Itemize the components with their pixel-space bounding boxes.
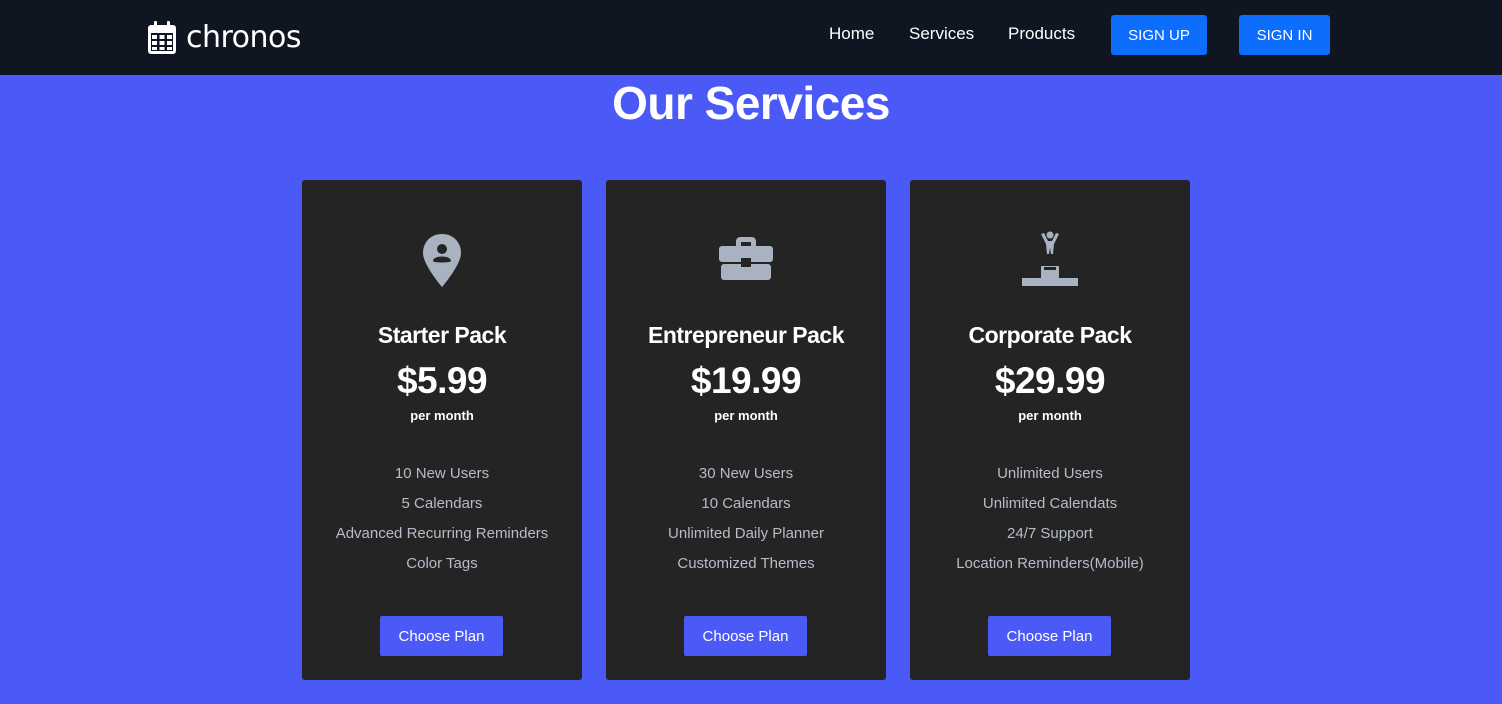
sign-in-button[interactable]: SIGN IN bbox=[1239, 15, 1330, 55]
feature-item: Customized Themes bbox=[677, 555, 815, 572]
choose-plan-button[interactable]: Choose Plan bbox=[380, 616, 503, 656]
feature-item: 30 New Users bbox=[698, 465, 794, 482]
feature-item: 10 New Users bbox=[394, 465, 490, 482]
feature-item: Advanced Recurring Reminders bbox=[335, 525, 549, 542]
plan-period: per month bbox=[1018, 408, 1082, 423]
navbar: chronos Home Services Products SIGN UP S… bbox=[0, 0, 1502, 75]
plan-card-entrepreneur: Entrepreneur Pack $19.99 per month 30 Ne… bbox=[606, 180, 886, 680]
feature-item: Unlimited Users bbox=[997, 465, 1103, 482]
page-title: Our Services bbox=[612, 77, 890, 129]
feature-list: 30 New Users 10 Calendars Unlimited Dail… bbox=[606, 464, 886, 584]
feature-item: Unlimited Daily Planner bbox=[668, 525, 824, 542]
feature-item: Color Tags bbox=[406, 555, 478, 572]
nav-link-home[interactable]: Home bbox=[829, 24, 874, 44]
choose-plan-button[interactable]: Choose Plan bbox=[684, 616, 807, 656]
brand-logo[interactable]: chronos bbox=[148, 17, 302, 57]
plan-period: per month bbox=[410, 408, 474, 423]
feature-item: 10 Calendars bbox=[701, 495, 791, 512]
briefcase-icon bbox=[719, 237, 773, 280]
feature-list: Unlimited Users Unlimited Calendats 24/7… bbox=[910, 464, 1190, 584]
plan-name: Entrepreneur Pack bbox=[647, 322, 845, 348]
plan-period: per month bbox=[714, 408, 778, 423]
sign-up-button[interactable]: SIGN UP bbox=[1111, 15, 1207, 55]
feature-item: 24/7 Support bbox=[1007, 525, 1093, 542]
feature-item: Location Reminders(Mobile) bbox=[956, 555, 1144, 572]
plan-price: $5.99 bbox=[396, 360, 488, 401]
brand-name: chronos bbox=[186, 19, 302, 55]
podium-winner-icon bbox=[1022, 231, 1078, 286]
plan-price: $19.99 bbox=[690, 360, 802, 401]
feature-item: 5 Calendars bbox=[401, 495, 483, 512]
feature-list: 10 New Users 5 Calendars Advanced Recurr… bbox=[302, 464, 582, 584]
location-user-icon bbox=[423, 234, 461, 287]
calendar-icon bbox=[148, 21, 176, 54]
plan-price: $29.99 bbox=[994, 360, 1106, 401]
choose-plan-button[interactable]: Choose Plan bbox=[988, 616, 1111, 656]
feature-item: Unlimited Calendats bbox=[982, 495, 1118, 512]
nav-link-products[interactable]: Products bbox=[1008, 24, 1075, 44]
plan-name: Starter Pack bbox=[377, 322, 507, 348]
plan-card-starter: Starter Pack $5.99 per month 10 New User… bbox=[302, 180, 582, 680]
plan-card-corporate: Corporate Pack $29.99 per month Unlimite… bbox=[910, 180, 1190, 680]
nav-link-services[interactable]: Services bbox=[909, 24, 974, 44]
plan-name: Corporate Pack bbox=[968, 322, 1132, 348]
